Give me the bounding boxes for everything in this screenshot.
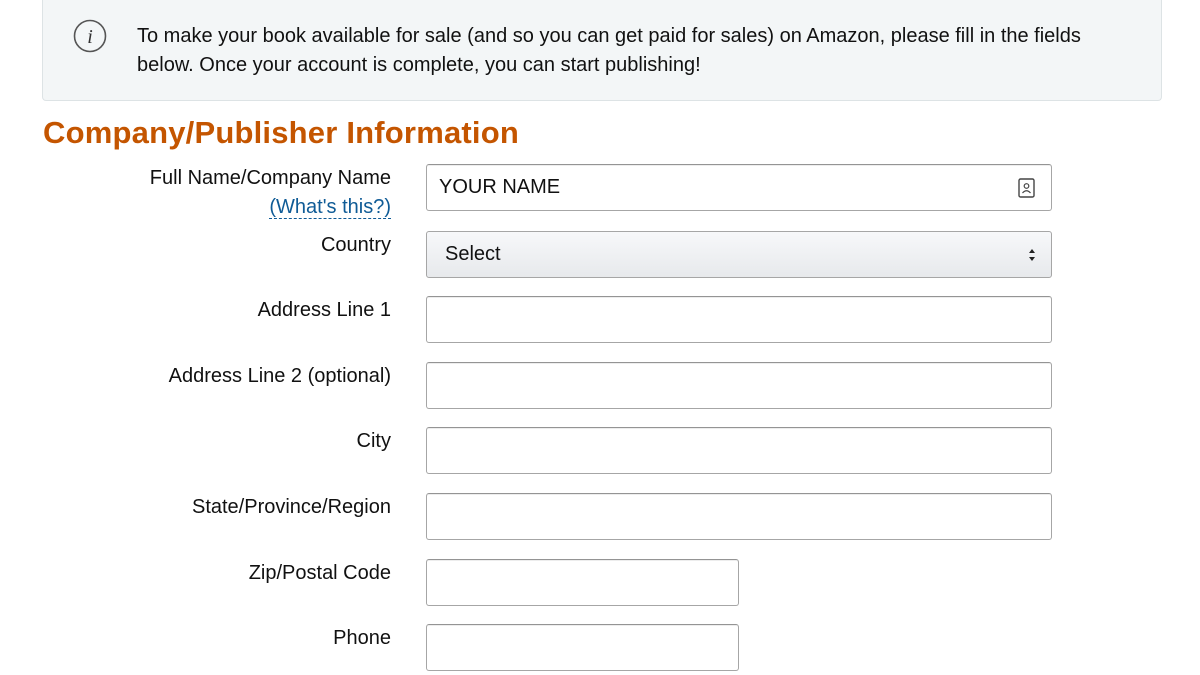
- city-row: City: [0, 427, 1200, 477]
- state-label: State/Province/Region: [191, 496, 391, 518]
- address-line-1-input[interactable]: [426, 296, 1052, 343]
- country-row: Country Select: [0, 231, 1200, 281]
- zip-input[interactable]: [426, 559, 739, 606]
- zip-label: Zip/Postal Code: [248, 562, 391, 584]
- svg-text:i: i: [87, 26, 93, 48]
- whats-this-link[interactable]: (What's this?): [269, 196, 391, 219]
- full-name-row: Full Name/Company Name (What's this?): [0, 164, 1200, 219]
- account-notice-text: To make your book available for sale (an…: [137, 25, 1081, 76]
- state-row: State/Province/Region: [0, 493, 1200, 543]
- zip-row: Zip/Postal Code: [0, 559, 1200, 609]
- publisher-info-page: i To make your book available for sale (…: [0, 0, 1200, 675]
- city-label: City: [356, 430, 391, 452]
- info-icon: i: [73, 19, 107, 53]
- country-selected-value: Select: [445, 243, 501, 265]
- address-line-2-row: Address Line 2 (optional): [0, 362, 1200, 412]
- full-name-field-wrapper: [426, 164, 1052, 211]
- select-caret-icon: [1029, 249, 1035, 261]
- address-line-2-label: Address Line 2 (optional): [168, 365, 391, 387]
- country-label: Country: [320, 234, 391, 256]
- section-title: Company/Publisher Information: [43, 115, 520, 150]
- phone-label: Phone: [333, 627, 391, 649]
- phone-input[interactable]: [426, 624, 739, 671]
- address-line-1-row: Address Line 1: [0, 296, 1200, 346]
- address-line-1-label: Address Line 1: [257, 299, 391, 321]
- address-line-2-input[interactable]: [426, 362, 1052, 409]
- contact-card-icon[interactable]: [1018, 178, 1035, 198]
- city-input[interactable]: [426, 427, 1052, 474]
- state-input[interactable]: [426, 493, 1052, 540]
- full-name-input[interactable]: [426, 164, 1052, 211]
- phone-row: Phone: [0, 624, 1200, 674]
- full-name-label: Full Name/Company Name: [149, 167, 391, 189]
- country-select[interactable]: Select: [426, 231, 1052, 278]
